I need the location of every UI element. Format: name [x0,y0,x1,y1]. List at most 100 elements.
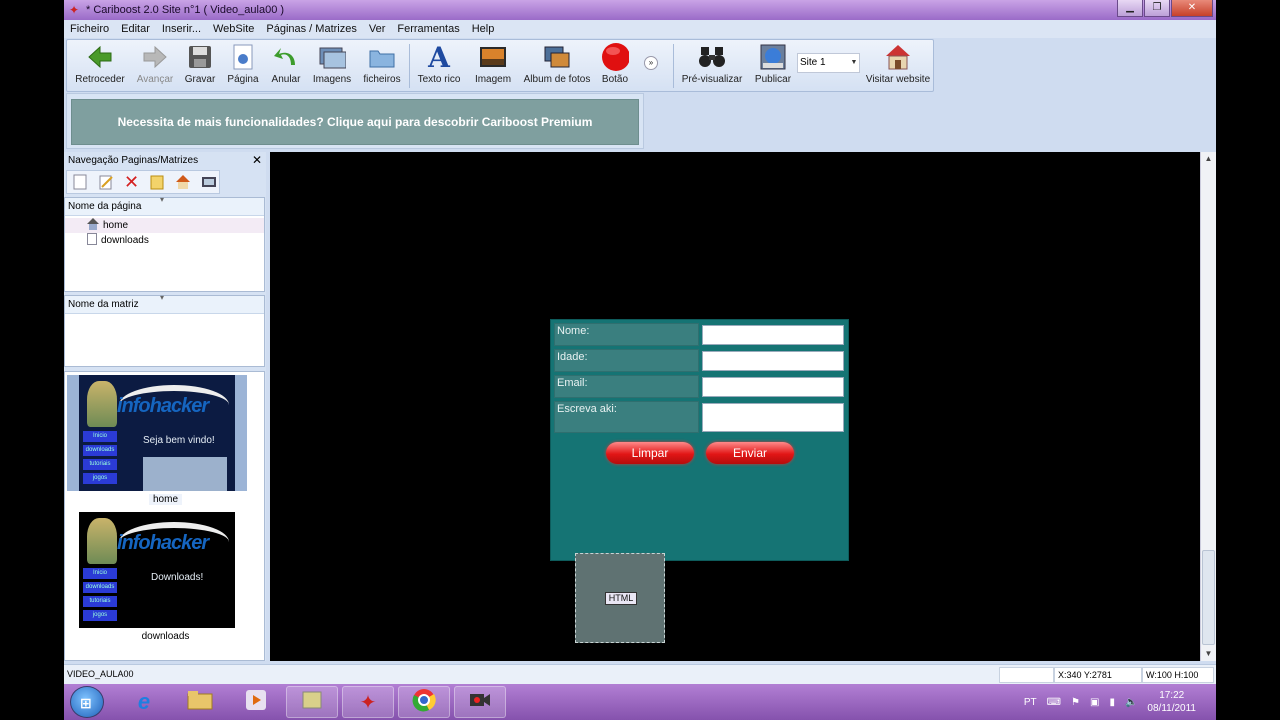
scrollbar-thumb[interactable] [1202,550,1215,645]
menu-ficheiro[interactable]: Ficheiro [64,23,115,35]
flag-icon[interactable]: ⚑ [1071,697,1080,708]
close-button[interactable]: ✕ [1171,0,1213,17]
taskbar-notes[interactable] [286,686,338,718]
delete-icon[interactable]: ✕ [122,172,142,192]
visit-website-label: Visitar website [865,74,931,85]
os-taskbar: ⊞ e ✦ PT ⌨ ⚑ ▣ ▮ 🔈 17:22 08/11/2011 [64,684,1216,720]
undo-icon [272,43,300,71]
window-title: * Cariboost 2.0 Site n°1 ( Video_aula00 … [86,4,285,16]
set-home-icon[interactable] [173,172,193,192]
maximize-button[interactable]: ❐ [1144,0,1170,17]
taskbar-explorer[interactable] [174,686,226,718]
menu-inserir[interactable]: Inserir... [156,23,207,35]
toolbar-separator [673,44,674,88]
photo-album-button[interactable]: Album de fotos [521,43,593,85]
page-item-downloads[interactable]: downloads [87,233,264,248]
page-properties-icon[interactable] [147,172,167,192]
menu-help[interactable]: Help [466,23,501,35]
taskbar-recorder[interactable] [454,686,506,718]
visit-website-button[interactable]: Visitar website [865,43,931,85]
thumbnail-downloads[interactable]: infohacker Inicio downloads tutoriais jo… [79,512,235,628]
premium-banner[interactable]: Necessita de mais funcionalidades? Cliqu… [71,99,639,145]
forward-button[interactable]: Avançar [133,43,177,85]
close-panel-icon[interactable]: ✕ [252,153,262,167]
name-field[interactable] [702,325,844,345]
thumbnail-home[interactable]: infohacker Inicio downloads tutoriais jo… [67,375,247,491]
rich-text-button[interactable]: A Texto rico [415,41,463,86]
canvas-scrollbar[interactable]: ▲ ▼ [1200,152,1216,661]
images-button[interactable]: Imagens [309,43,355,85]
status-empty-cell [999,667,1054,683]
navigation-panel: Navegação Paginas/Matrizes ✕ ✕ Nome da p… [64,152,266,661]
folder-icon [187,690,213,715]
site-select[interactable]: Site 1 ▼ [797,53,860,73]
clear-button[interactable]: Limpar [606,442,694,464]
publish-button[interactable]: Publicar [753,43,793,85]
more-tools-button[interactable]: » [643,56,659,70]
menu-ferramentas[interactable]: Ferramentas [391,23,465,35]
preview-button[interactable]: Pré-visualizar [679,43,745,85]
forward-label: Avançar [136,74,174,85]
taskbar-internet-explorer[interactable]: e [118,686,170,718]
thumbnail-logo: infohacker [117,395,209,417]
publish-label: Publicar [754,74,792,85]
window-titlebar: ✦ * Cariboost 2.0 Site n°1 ( Video_aula0… [64,0,1216,20]
camera-recorder-icon [468,689,492,716]
start-button[interactable]: ⊞ [70,686,104,718]
volume-icon[interactable]: 🔈 [1125,697,1137,708]
folder-icon [368,43,396,71]
page-settings-icon[interactable] [199,172,219,192]
network-icon[interactable]: ▮ [1109,697,1115,708]
name-label: Nome: [554,323,699,346]
menu-paginas[interactable]: Páginas / Matrizes [260,23,362,35]
edit-page-icon[interactable] [96,172,116,192]
templates-column-title: Nome da matriz [68,299,139,310]
window-controls: ▁ ❐ ✕ [1117,0,1213,17]
contact-form[interactable]: Nome: Idade: Email: Escreva aki: Limpar … [550,319,849,561]
send-button[interactable]: Enviar [706,442,794,464]
media-player-icon [245,689,267,716]
page-button[interactable]: Página [223,43,263,85]
pages-list-header: Nome da página ▾ [65,195,264,216]
menu-bar: Ficheiro Editar Inserir... WebSite Págin… [64,20,1216,38]
chevron-down-icon: » [644,56,658,70]
undo-button[interactable]: Anular [267,43,305,85]
navigation-toolbar: ✕ [66,170,220,194]
age-field[interactable] [702,351,844,371]
image-button[interactable]: Imagem [471,43,515,85]
taskbar-cariboost[interactable]: ✦ [342,686,394,718]
html-block[interactable]: HTML [575,553,665,643]
floppy-disk-icon [186,43,214,71]
taskbar-chrome[interactable] [398,686,450,718]
back-label: Retroceder [75,74,125,85]
binoculars-icon [698,43,726,71]
menu-ver[interactable]: Ver [363,23,392,35]
new-page-icon[interactable] [70,172,90,192]
thumbnail-nav-item: tutoriais [83,459,117,470]
photo-album-icon [543,43,571,71]
page-label: Página [227,74,259,85]
scroll-up-icon[interactable]: ▲ [1201,152,1216,166]
menu-website[interactable]: WebSite [207,23,260,35]
preview-label: Pré-visualizar [681,74,743,85]
message-field[interactable] [702,403,844,432]
character-graphic [87,381,117,427]
editor-canvas[interactable]: Nome: Idade: Email: Escreva aki: Limpar … [270,152,1200,661]
email-field[interactable] [702,377,844,397]
scroll-down-icon[interactable]: ▼ [1201,647,1216,661]
clock[interactable]: 17:22 08/11/2011 [1147,689,1196,715]
device-icon[interactable]: ▣ [1090,697,1099,708]
back-button[interactable]: Retroceder [73,43,127,85]
page-item-home[interactable]: home [65,218,264,233]
button-insert-button[interactable]: Botão [597,43,633,85]
language-indicator[interactable]: PT [1024,697,1037,708]
keyboard-icon[interactable]: ⌨ [1047,697,1061,708]
images-label: Imagens [312,74,352,85]
menu-editar[interactable]: Editar [115,23,156,35]
thumbnail-logo: infohacker [117,532,209,554]
taskbar-media-player[interactable] [230,686,282,718]
arrow-right-icon [141,43,169,71]
save-button[interactable]: Gravar [181,43,219,85]
files-button[interactable]: ficheiros [361,43,403,85]
minimize-button[interactable]: ▁ [1117,0,1143,17]
